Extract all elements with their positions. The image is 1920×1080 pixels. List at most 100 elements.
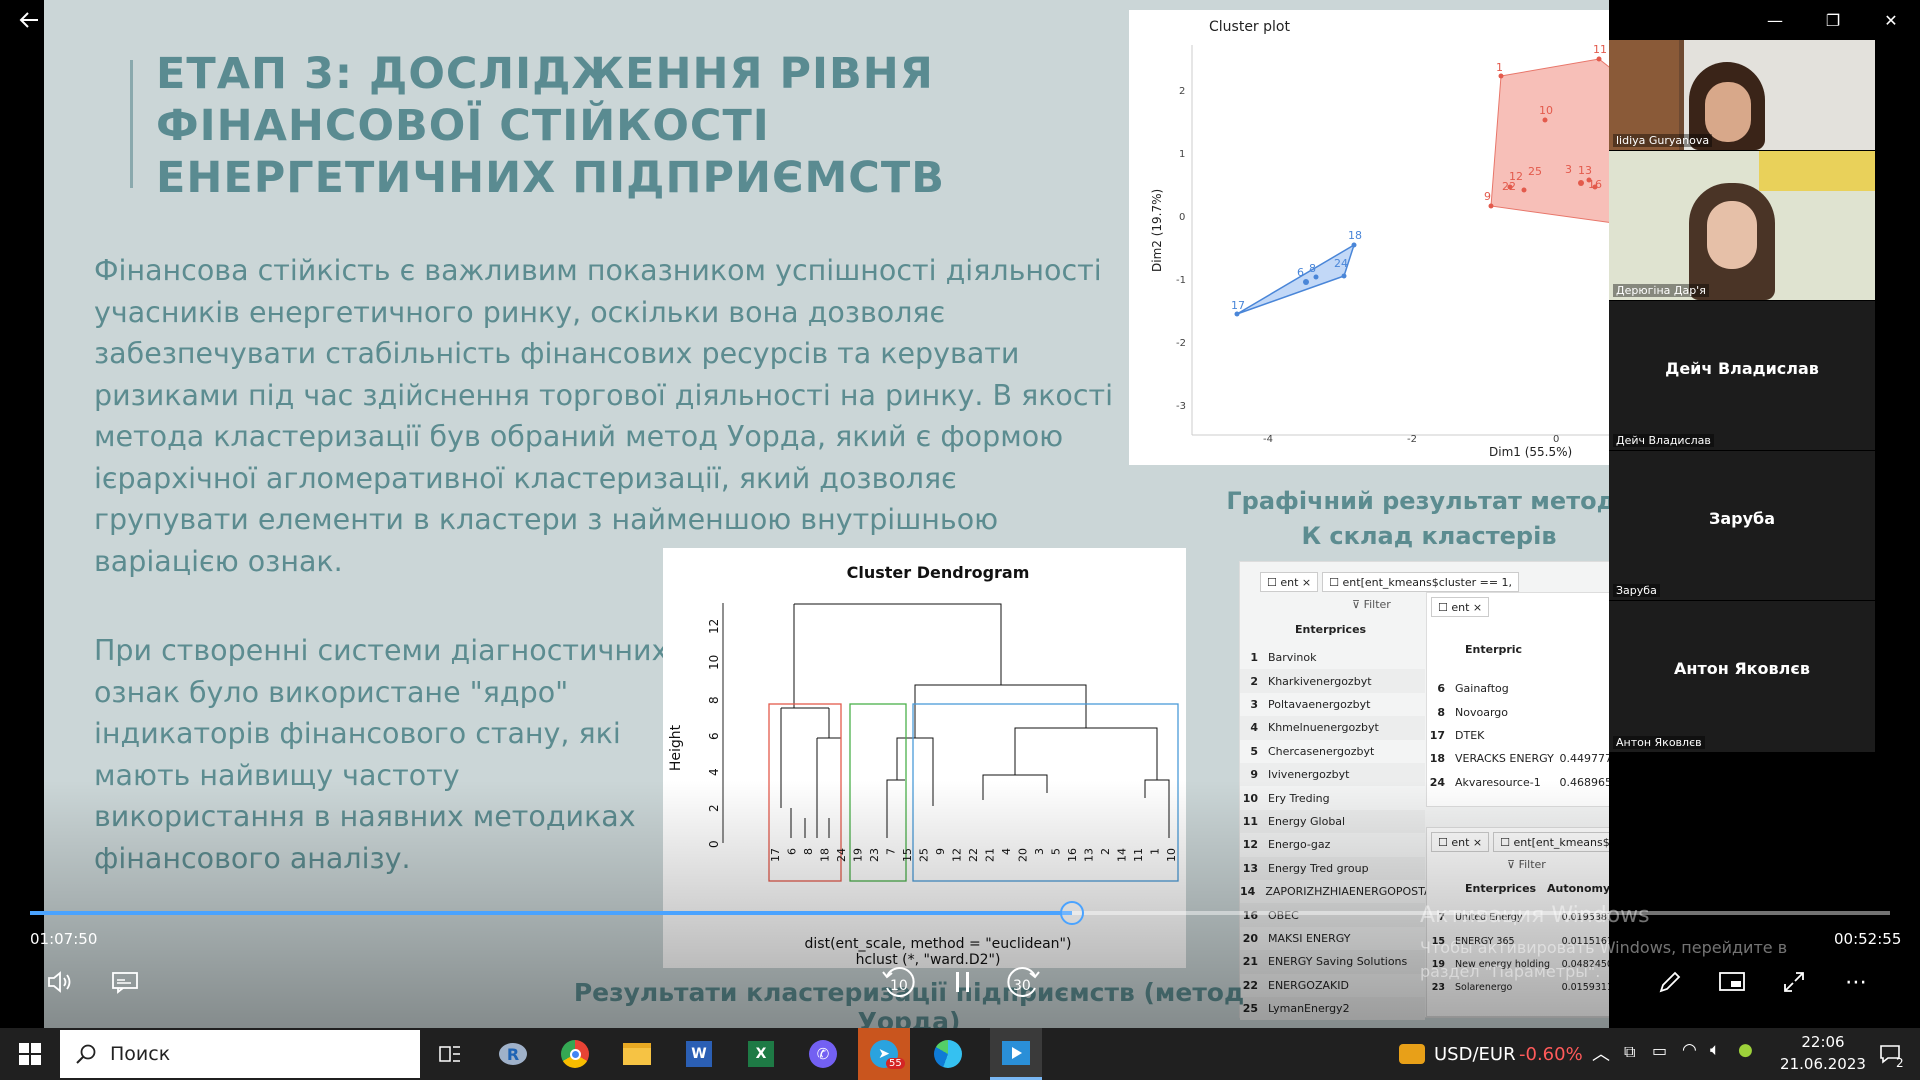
seek-bar-handle[interactable] bbox=[1060, 901, 1084, 925]
table-row[interactable]: 20 MAKSI ENERGY bbox=[1240, 927, 1425, 950]
battery-icon[interactable]: ▭ bbox=[1652, 1041, 1667, 1060]
cell-value: 0.4497774 bbox=[1559, 752, 1610, 766]
clock-date[interactable]: 21.06.2023 bbox=[1770, 1055, 1876, 1073]
table-row[interactable]: 5 Chercasenergozbyt bbox=[1240, 740, 1425, 763]
red-point bbox=[1596, 56, 1602, 62]
participant-name: Дейч Владислав bbox=[1613, 434, 1714, 447]
table-row[interactable]: 2 Kharkivenergozbyt bbox=[1240, 669, 1425, 693]
blue-point-label: 8 bbox=[1309, 262, 1316, 275]
taskbar-app-edge[interactable] bbox=[928, 1034, 968, 1074]
participant-tile[interactable]: Дейч Владислав Дейч Владислав bbox=[1609, 301, 1875, 450]
taskbar-search[interactable]: Поиск bbox=[60, 1030, 420, 1078]
restore-button[interactable]: ❐ bbox=[1810, 0, 1856, 40]
filter-button[interactable]: ⊽ Filter bbox=[1352, 598, 1391, 611]
expand-icon bbox=[1784, 972, 1804, 992]
tab-ent-kmeans[interactable]: ☐ ent[ent_kmeans$cluster == 1, bbox=[1322, 572, 1520, 592]
table-row[interactable]: 11 Energy Global bbox=[1240, 809, 1425, 834]
red-point-label: 9 bbox=[1484, 190, 1491, 203]
task-view-button[interactable] bbox=[430, 1034, 470, 1074]
start-button[interactable] bbox=[10, 1034, 50, 1074]
cell-value: 0.4689658 bbox=[1559, 775, 1610, 789]
taskbar-app-explorer[interactable] bbox=[617, 1034, 657, 1074]
row-number: 17 bbox=[1429, 728, 1445, 742]
draw-button[interactable] bbox=[1652, 964, 1688, 1000]
volume-tray-icon[interactable]: 🔈︎ bbox=[1710, 1040, 1720, 1060]
mini-player-button[interactable] bbox=[1714, 964, 1750, 1000]
taskbar-app-excel[interactable]: X bbox=[741, 1034, 781, 1074]
participant-tile[interactable]: lidiya Guryanova bbox=[1609, 40, 1875, 150]
wifi-icon[interactable]: ◠ bbox=[1682, 1040, 1697, 1060]
dendrogram-title: Cluster Dendrogram bbox=[847, 563, 1030, 582]
tray-expand-button[interactable]: ︿ bbox=[1592, 1040, 1610, 1066]
table-row[interactable]: 12 Energo-gaz bbox=[1240, 833, 1425, 856]
filter-button-3[interactable]: ⊽ Filter bbox=[1507, 858, 1546, 871]
red-point bbox=[1488, 203, 1494, 209]
table-row[interactable]: 8 Novoargo bbox=[1427, 700, 1609, 723]
taskbar-app-viber[interactable]: ✆ bbox=[803, 1034, 843, 1074]
participant-tile[interactable]: Дерюгіна Дар'я bbox=[1609, 151, 1875, 300]
taskbar-app-media-player[interactable] bbox=[990, 1028, 1042, 1080]
currency-widget-icon[interactable] bbox=[1392, 1034, 1432, 1074]
taskbar-app-word[interactable]: W bbox=[679, 1034, 719, 1074]
red-point bbox=[1498, 73, 1504, 79]
blue-cluster-hull bbox=[1236, 243, 1356, 315]
tab-ent-3[interactable]: ☐ ent × bbox=[1431, 832, 1490, 852]
red-cluster-hull bbox=[1490, 58, 1609, 223]
skip-back-button[interactable]: 10 bbox=[876, 962, 922, 1002]
table-row[interactable]: 18 VERACKS ENERGY 0.4497774 bbox=[1427, 747, 1609, 770]
close-button[interactable]: ✕ bbox=[1868, 0, 1914, 40]
blue-point-label: 18 bbox=[1348, 229, 1362, 242]
enterprise-name: ENERGY Saving Solutions bbox=[1268, 955, 1408, 969]
column-header-autonomy[interactable]: Autonomy.coefficient bbox=[1547, 882, 1609, 895]
notification-button[interactable]: 2 bbox=[1870, 1034, 1910, 1074]
captions-icon bbox=[112, 972, 138, 994]
y-tick: 0 bbox=[1179, 212, 1185, 223]
tab-ent-kmeans-3[interactable]: ☐ ent[ent_kmeans$cluster == 1, ] bbox=[1493, 832, 1609, 852]
column-header-enterprices[interactable]: Enterprices bbox=[1295, 623, 1366, 636]
table-row[interactable]: 21 ENERGY Saving Solutions bbox=[1240, 950, 1425, 974]
back-button[interactable] bbox=[0, 0, 58, 40]
table-row[interactable]: 13 Energy Tred group bbox=[1240, 856, 1425, 880]
dendrogram-leaf-label: 1 bbox=[1149, 848, 1162, 855]
clock-time[interactable]: 22:06 bbox=[1788, 1033, 1858, 1051]
table-row[interactable]: 16 OBEC bbox=[1240, 903, 1425, 927]
row-number: 1 bbox=[1250, 651, 1258, 665]
table-row[interactable]: 9 Ivivenergozbyt bbox=[1240, 763, 1425, 787]
currency-pair[interactable]: USD/EUR bbox=[1434, 1044, 1516, 1065]
column-header-enterprices-2[interactable]: Enterpric bbox=[1465, 643, 1522, 656]
camera-tray-icon[interactable]: ⧉ bbox=[1624, 1042, 1635, 1062]
more-options-button[interactable]: ⋯ bbox=[1838, 964, 1874, 1000]
table-row[interactable]: 24 Akvaresource-1 0.4689658 bbox=[1427, 771, 1609, 794]
pause-button[interactable] bbox=[943, 962, 983, 1002]
volume-button[interactable] bbox=[42, 964, 80, 1000]
taskbar-app-telegram[interactable]: ➤ 55 bbox=[858, 1028, 910, 1080]
skip-forward-button[interactable]: 30 bbox=[1000, 962, 1046, 1002]
row-number: 18 bbox=[1429, 752, 1445, 766]
table-row[interactable]: 10 Ery Treding bbox=[1240, 786, 1425, 809]
enterprise-name: Poltavaenergozbyt bbox=[1268, 697, 1371, 711]
captions-button[interactable] bbox=[106, 964, 144, 1000]
tab-ent-2[interactable]: ☐ ent × bbox=[1431, 597, 1490, 617]
fullscreen-button[interactable] bbox=[1776, 964, 1812, 1000]
red-point bbox=[1578, 180, 1584, 186]
taskbar-app-chrome[interactable] bbox=[555, 1034, 595, 1074]
table-row[interactable]: 3 Poltavaenergozbyt bbox=[1240, 693, 1425, 716]
tab-ent[interactable]: ☐ ent × bbox=[1260, 572, 1319, 592]
enterprise-name: Ivivenergozbyt bbox=[1268, 768, 1350, 782]
participant-tile[interactable]: Заруба Заруба bbox=[1609, 451, 1875, 600]
minimize-button[interactable]: — bbox=[1752, 0, 1798, 40]
column-header-enterprices-3[interactable]: Enterprices bbox=[1465, 882, 1536, 895]
table-row[interactable]: 17 DTEK bbox=[1427, 724, 1609, 747]
excel-icon: X bbox=[748, 1041, 774, 1067]
table-row[interactable]: 6 Gainaftog bbox=[1427, 677, 1609, 700]
security-tray-icon[interactable]: ● bbox=[1738, 1040, 1753, 1060]
table-row[interactable]: 14 ZAPORIZHZHIAENERGOPOSTACHANYA bbox=[1240, 880, 1476, 903]
dendrogram-y-tick: 4 bbox=[707, 768, 721, 776]
chevron-up-icon: ︿ bbox=[1592, 1044, 1610, 1065]
table-row[interactable]: 4 Khmelnuenergozbyt bbox=[1240, 716, 1425, 740]
table-row[interactable]: 1 Barvinok bbox=[1240, 646, 1425, 669]
checkbox-icon: ☐ bbox=[1267, 576, 1277, 589]
enterprise-name: Ery Treding bbox=[1268, 791, 1330, 805]
taskbar-app-r[interactable]: R bbox=[493, 1034, 533, 1074]
participant-tile[interactable]: Антон Яковлєв Антон Яковлєв bbox=[1609, 601, 1875, 752]
